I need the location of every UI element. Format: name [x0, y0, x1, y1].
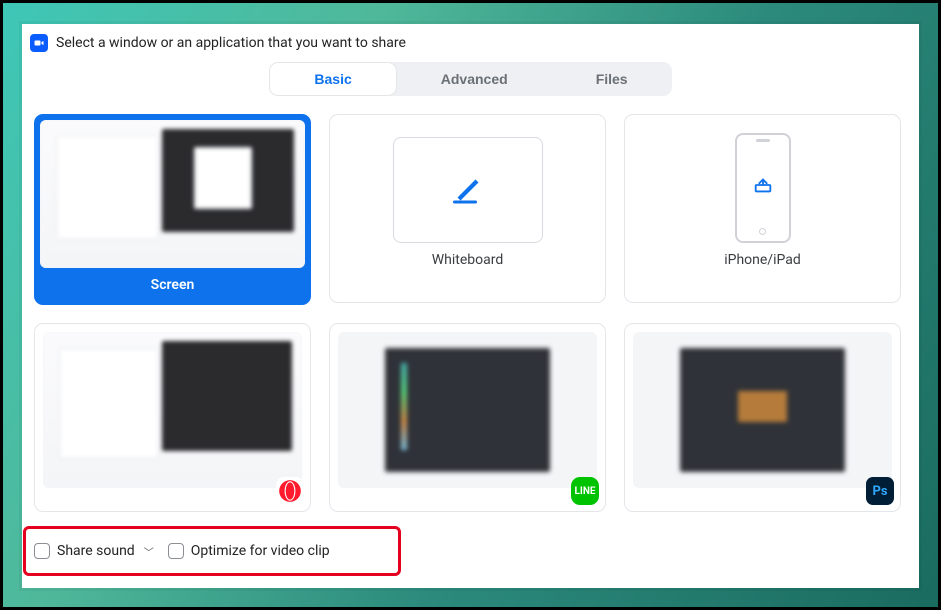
tile-app-photoshop[interactable]: Ps [624, 323, 901, 512]
tile-screen[interactable]: Screen [34, 114, 311, 305]
checkbox-icon[interactable] [34, 543, 50, 559]
tab-files[interactable]: Files [552, 62, 672, 96]
chevron-down-icon[interactable]: ﹀ [144, 544, 154, 559]
iphone-icon [735, 133, 791, 243]
tile-line-thumb [338, 332, 597, 488]
opera-icon [276, 477, 304, 505]
share-options-grid: Screen Whiteboard iPhone/iPad [22, 106, 919, 512]
dialog-title: Select a window or an application that y… [56, 35, 406, 51]
zoom-icon [30, 34, 48, 52]
tile-whiteboard-label: Whiteboard [432, 243, 504, 276]
footer-options-highlight: Share sound ﹀ Optimize for video clip [23, 526, 401, 576]
share-sound-label: Share sound [57, 543, 135, 559]
checkbox-icon[interactable] [168, 543, 184, 559]
tile-iphone-ipad[interactable]: iPhone/iPad [624, 114, 901, 303]
tab-advanced[interactable]: Advanced [397, 62, 552, 96]
line-icon: LINE [571, 477, 599, 505]
photoshop-icon: Ps [866, 477, 894, 505]
tile-screen-thumb [40, 120, 305, 268]
tab-group: Basic Advanced Files [269, 62, 671, 96]
tab-basic[interactable]: Basic [269, 62, 396, 96]
tile-iphone-label: iPhone/iPad [724, 243, 801, 276]
optimize-label: Optimize for video clip [191, 543, 330, 559]
tile-ps-thumb [633, 332, 892, 488]
optimize-video-option[interactable]: Optimize for video clip [168, 543, 330, 559]
share-screen-dialog: Select a window or an application that y… [22, 24, 919, 588]
share-sound-option[interactable]: Share sound ﹀ [34, 543, 154, 559]
tile-app-opera[interactable] [34, 323, 311, 512]
whiteboard-icon [393, 137, 543, 243]
tile-screen-label: Screen [151, 268, 195, 301]
dialog-header: Select a window or an application that y… [22, 24, 919, 56]
tile-opera-thumb [43, 332, 302, 488]
tile-app-line[interactable]: LINE [329, 323, 606, 512]
tab-bar: Basic Advanced Files [22, 56, 919, 106]
tile-whiteboard[interactable]: Whiteboard [329, 114, 606, 303]
